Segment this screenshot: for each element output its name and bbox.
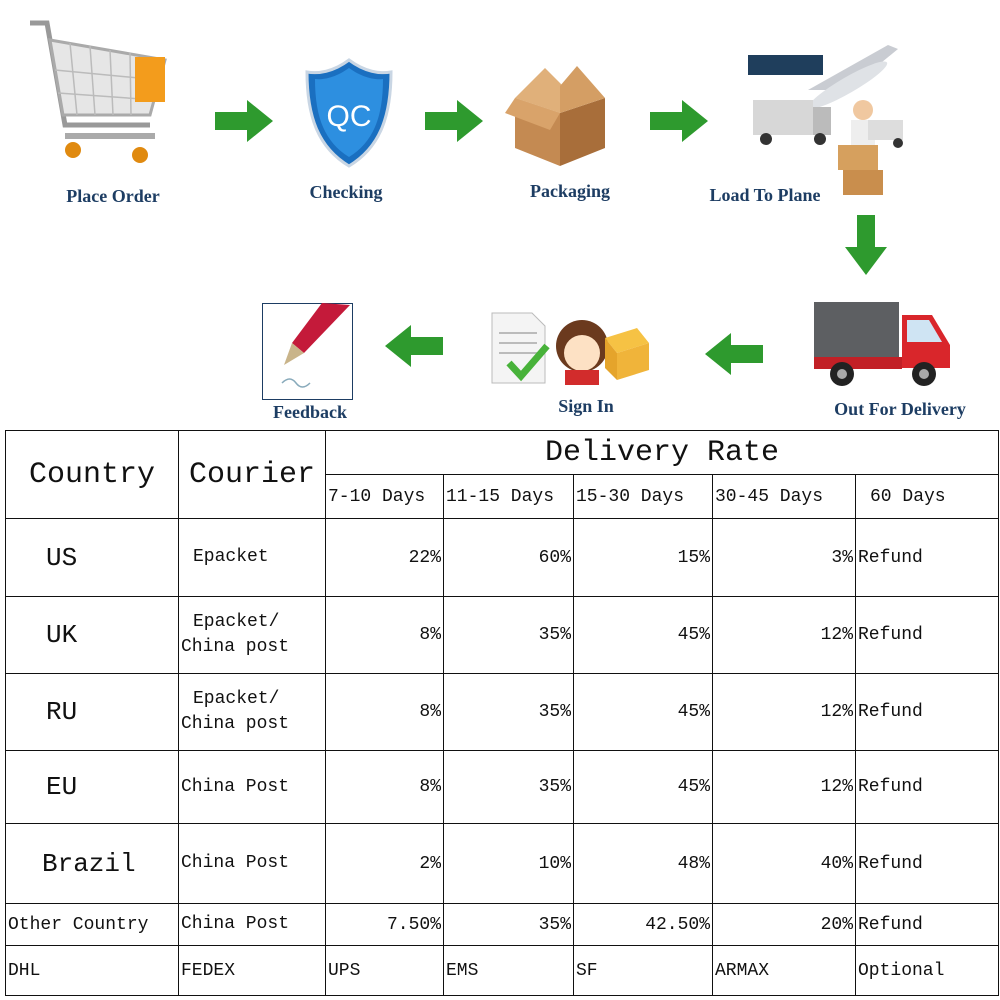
rate-cell: Refund — [855, 823, 999, 904]
rate-cell: 2% — [325, 823, 444, 904]
arrow-right-icon — [425, 100, 483, 142]
courier-cell: Epacket — [178, 518, 326, 597]
rate-cell: 7.50% — [325, 903, 444, 946]
rate-cell: Refund — [855, 518, 999, 597]
header-courier: Courier — [178, 430, 326, 519]
rate-cell: Refund — [855, 596, 999, 674]
courier-option: Optional — [855, 945, 999, 996]
courier-cell: China Post — [178, 903, 326, 946]
rate-cell: 22% — [325, 518, 444, 597]
country-cell: Brazil — [5, 823, 179, 904]
courier-option: DHL — [5, 945, 179, 996]
rate-cell: 40% — [712, 823, 856, 904]
step-label-sign-in: Sign In — [558, 396, 614, 416]
rate-cell: 10% — [443, 823, 574, 904]
rate-cell: 8% — [325, 596, 444, 674]
courier-line: China post — [181, 637, 290, 657]
rate-cell: 60% — [443, 518, 574, 597]
rate-cell: 20% — [712, 903, 856, 946]
table-row: UK Epacket/China post 8% 35% 45% 12% Refund — [5, 596, 999, 674]
rate-cell: 8% — [325, 673, 444, 751]
courier-line: China post — [181, 714, 290, 734]
arrow-left-icon — [705, 333, 763, 375]
country-cell: UK — [5, 596, 179, 674]
step-label-feedback: Feedback — [273, 402, 347, 422]
header-country: Country — [5, 430, 179, 519]
courier-cell: Epacket/China post — [178, 596, 326, 674]
step-label-out-for-delivery: Out For Delivery — [834, 399, 966, 419]
cardboard-box-icon — [505, 66, 605, 166]
sign-in-icon — [491, 312, 649, 385]
shopping-cart-icon — [30, 20, 167, 163]
header-period: 30-45 Days — [712, 474, 856, 519]
courier-line: Epacket/ — [193, 689, 280, 709]
courier-cell: China Post — [178, 750, 326, 824]
rate-cell: 12% — [712, 673, 856, 751]
rate-cell: Refund — [855, 750, 999, 824]
header-period: 7-10 Days — [325, 474, 444, 519]
rate-cell: 48% — [573, 823, 713, 904]
courier-line: China Post — [181, 853, 290, 873]
rate-cell: 42.50% — [573, 903, 713, 946]
rate-cell: 35% — [443, 903, 574, 946]
step-label-checking: Checking — [309, 182, 383, 202]
couriers-row: DHL FEDEX UPS EMS SF ARMAX Optional — [5, 945, 999, 996]
delivery-rate-table: Country Courier Delivery Rate 7-10 Days … — [5, 430, 999, 996]
country-cell: EU — [5, 750, 179, 824]
country-cell: RU — [5, 673, 179, 751]
table-row: US Epacket 22% 60% 15% 3% Refund — [5, 518, 999, 597]
rate-cell: Refund — [855, 673, 999, 751]
header-period: 15-30 Days — [573, 474, 713, 519]
courier-option: SF — [573, 945, 713, 996]
rate-cell: Refund — [855, 903, 999, 946]
step-label-place-order: Place Order — [66, 186, 160, 206]
courier-line: China Post — [181, 776, 290, 797]
courier-option: FEDEX — [178, 945, 326, 996]
rate-cell: 45% — [573, 596, 713, 674]
table-row: EU China Post 8% 35% 45% 12% Refund — [5, 750, 999, 824]
rate-cell: 8% — [325, 750, 444, 824]
courier-line: China Post — [181, 914, 290, 934]
rate-cell: 35% — [443, 673, 574, 751]
courier-cell: Epacket/China post — [178, 673, 326, 751]
plane-truck-icon — [748, 45, 903, 195]
header-period: 11-15 Days — [443, 474, 574, 519]
courier-line: Epacket/ — [193, 612, 280, 632]
arrow-left-icon — [385, 325, 443, 367]
rate-cell: 12% — [712, 596, 856, 674]
rate-cell: 45% — [573, 673, 713, 751]
table-row: Other Country China Post 7.50% 35% 42.50% 20%… — [5, 903, 999, 946]
header-period: 60 Days — [855, 474, 999, 519]
rate-cell: 15% — [573, 518, 713, 597]
table-row: RU Epacket/China post 8% 35% 45% 12% Refund — [5, 673, 999, 751]
rate-cell: 35% — [443, 596, 574, 674]
svg-text:QC: QC — [327, 100, 372, 133]
courier-option: EMS — [443, 945, 574, 996]
courier-option: UPS — [325, 945, 444, 996]
rate-cell: 12% — [712, 750, 856, 824]
courier-option: ARMAX — [712, 945, 856, 996]
arrow-down-icon — [845, 215, 887, 275]
country-cell: US — [5, 518, 179, 597]
courier-cell: China Post — [178, 823, 326, 904]
rate-cell: 35% — [443, 750, 574, 824]
rate-cell: 45% — [573, 750, 713, 824]
table-row: Brazil China Post 2% 10% 48% 40% Refund — [5, 823, 999, 904]
step-label-packaging: Packaging — [529, 181, 611, 201]
pen-icon — [262, 303, 353, 400]
arrow-right-icon — [215, 100, 273, 142]
delivery-truck-icon — [814, 302, 950, 386]
header-delivery-rate: Delivery Rate — [325, 430, 999, 475]
step-label-load-to-plane: Load To Plane — [709, 185, 821, 205]
arrow-right-icon — [650, 100, 708, 142]
country-cell: Other Country — [5, 903, 179, 946]
qc-shield-icon: QC — [305, 58, 393, 168]
rate-cell: 3% — [712, 518, 856, 597]
courier-line: Epacket — [193, 547, 269, 567]
